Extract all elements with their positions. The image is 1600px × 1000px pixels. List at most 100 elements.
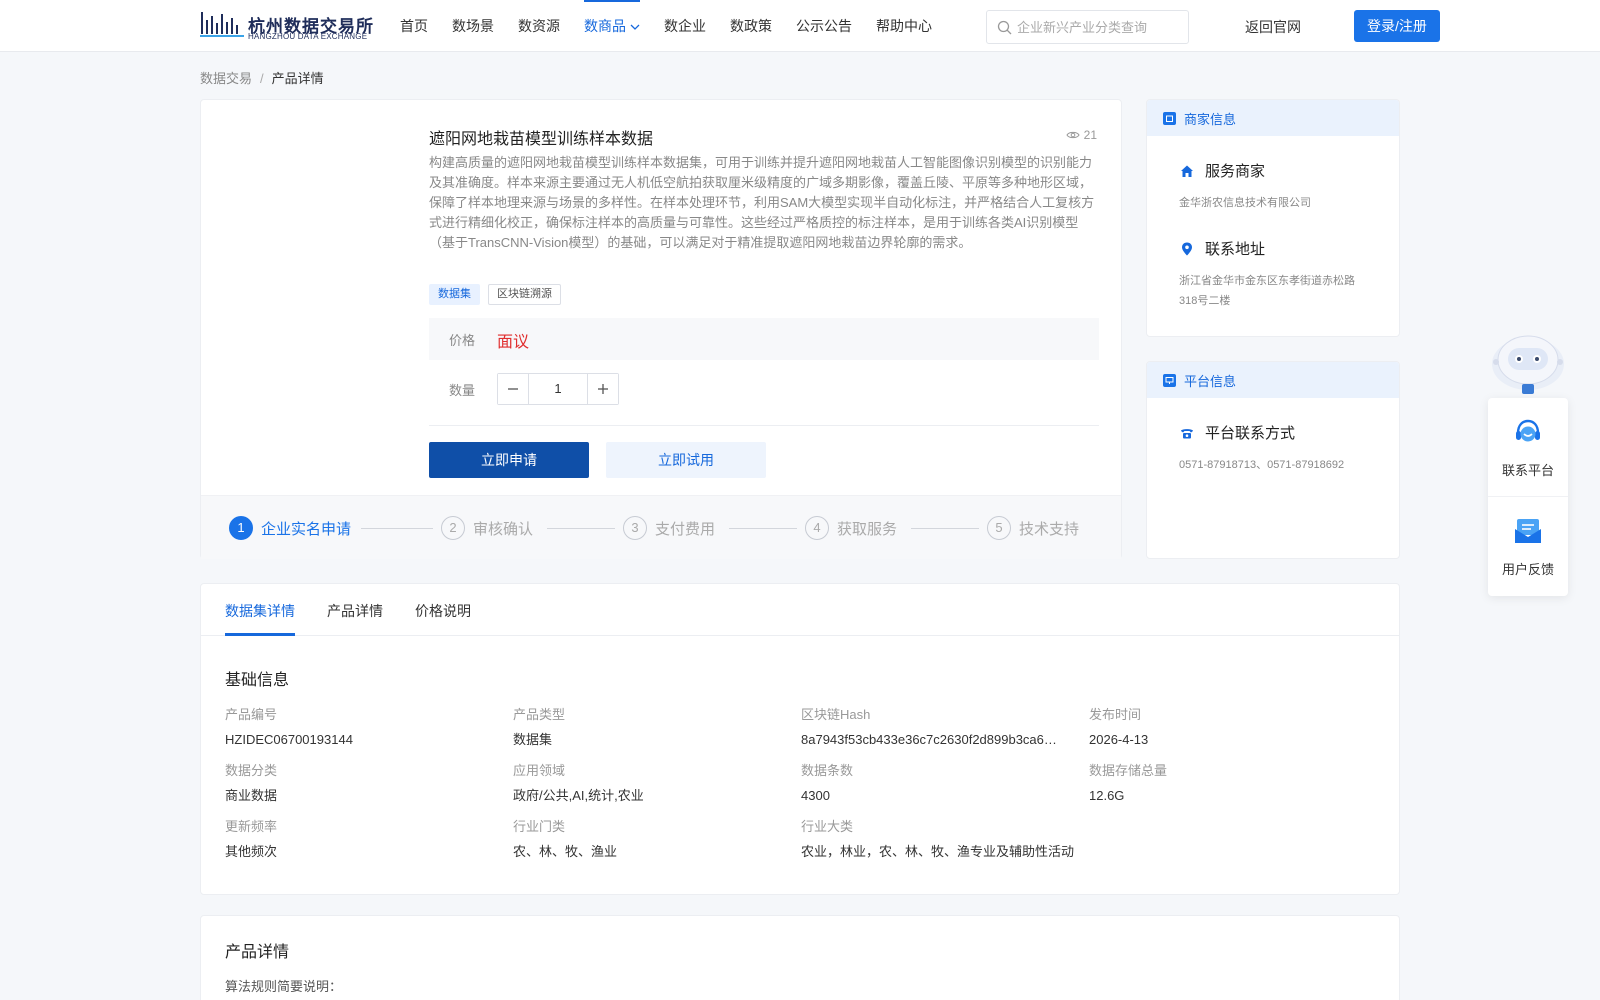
merchant-info-header: 商家信息	[1147, 100, 1399, 136]
step-number: 1	[229, 516, 253, 540]
robot-assistant-icon[interactable]	[1488, 326, 1568, 398]
nav-label: 数企业	[664, 18, 706, 34]
tab-price-notes[interactable]: 价格说明	[415, 601, 471, 621]
breadcrumb: 数据交易 / 产品详情	[200, 68, 324, 87]
floating-panel: 联系平台 用户反馈	[1488, 398, 1568, 596]
price-row: 价格 面议	[429, 318, 1099, 360]
field-label: 数据存储总量	[1089, 763, 1168, 778]
step-number: 2	[441, 516, 465, 540]
merchant-info-card: 商家信息 服务商家 金华浙农信息技术有限公司 联系地址 浙江省金华市金东区东孝街…	[1146, 99, 1400, 337]
nav-products[interactable]: 数商品	[572, 0, 652, 52]
product-detail-title: 产品详情	[225, 944, 290, 961]
field-update-frequency: 更新频率 其他频次	[225, 816, 505, 863]
store-icon	[1163, 111, 1176, 125]
nav-label: 数商品	[584, 18, 626, 34]
tag-dataset: 数据集	[429, 284, 480, 305]
site-logo[interactable]: 杭州数据交易所 HANGZHOU DATA EXCHANGE	[200, 10, 373, 42]
mailbox-icon	[1515, 519, 1541, 543]
tag-blockchain: 区块链溯源	[488, 284, 561, 305]
field-product-type: 产品类型 数据集	[513, 704, 793, 751]
field-value: 8a7943f53cb433e36c7c2630f2d899b3ca6…	[801, 732, 1057, 747]
nav-policies[interactable]: 数政策	[718, 0, 784, 52]
search-input[interactable]	[1017, 17, 1182, 37]
step-5: 5 技术支持	[987, 516, 1079, 540]
nav-help[interactable]: 帮助中心	[864, 0, 944, 52]
price-value: 面议	[497, 334, 530, 351]
contact-address-section: 联系地址 浙江省金华市金东区东孝街道赤松路318号二楼	[1179, 238, 1369, 311]
logo-bars-icon	[200, 12, 244, 37]
field-label: 数据条数	[801, 763, 854, 778]
product-detail-card: 产品详情 算法规则简要说明：	[200, 915, 1400, 1000]
step-connector	[911, 528, 979, 529]
increment-button[interactable]	[587, 374, 618, 404]
login-register-button[interactable]: 登录/注册	[1354, 10, 1440, 42]
step-number: 3	[623, 516, 647, 540]
phone-icon	[1181, 428, 1193, 438]
decrement-button[interactable]	[498, 374, 529, 404]
field-value: 农业，林业，农、林、牧、渔专业及辅助性活动	[801, 844, 1075, 859]
search-icon	[997, 20, 1012, 35]
main-nav: 首页 数场景 数资源 数商品 数企业 数政策 公示公告 帮助中心	[388, 0, 944, 52]
nav-label: 数政策	[730, 18, 772, 34]
step-label: 审核确认	[473, 520, 534, 538]
contact-address-label: 联系地址	[1205, 241, 1266, 258]
nav-resources[interactable]: 数资源	[506, 0, 572, 52]
user-feedback-button[interactable]: 用户反馈	[1488, 497, 1568, 595]
price-label: 价格	[449, 333, 476, 348]
platform-contact-title: 平台联系方式	[1179, 422, 1369, 443]
quantity-value[interactable]: 1	[529, 374, 587, 404]
breadcrumb-root[interactable]: 数据交易	[200, 71, 252, 86]
monitor-icon	[1163, 373, 1176, 387]
nav-home[interactable]: 首页	[388, 0, 440, 52]
field-application-domain: 应用领域 政府/公共,AI,统计,农业	[513, 760, 793, 807]
apply-now-button[interactable]: 立即申请	[429, 442, 589, 478]
nav-scenes[interactable]: 数场景	[440, 0, 506, 52]
step-connector	[361, 528, 433, 529]
trial-now-button[interactable]: 立即试用	[606, 442, 766, 478]
tab-product-details[interactable]: 产品详情	[327, 601, 383, 621]
logo-text-en: HANGZHOU DATA EXCHANGE	[248, 32, 368, 41]
platform-contact-section: 平台联系方式 0571-87918713、0571-87918692	[1179, 422, 1369, 475]
breadcrumb-separator: /	[260, 71, 264, 86]
basic-info-title: 基础信息	[225, 672, 290, 689]
field-data-category: 数据分类 商业数据	[225, 760, 505, 807]
field-label: 发布时间	[1089, 707, 1142, 722]
nav-enterprises[interactable]: 数企业	[652, 0, 718, 52]
service-merchant-title: 服务商家	[1179, 160, 1369, 181]
nav-label: 数资源	[518, 18, 560, 34]
step-connector	[547, 528, 615, 529]
step-label: 获取服务	[837, 520, 898, 538]
field-value: 数据集	[513, 732, 553, 747]
field-record-count: 数据条数 4300	[801, 760, 1081, 807]
tab-dataset-details[interactable]: 数据集详情	[225, 601, 295, 621]
plus-icon	[598, 384, 608, 394]
view-count: 21	[1066, 128, 1097, 142]
nav-announcements[interactable]: 公示公告	[784, 0, 864, 52]
field-value: 其他频次	[225, 844, 278, 859]
nav-label: 数场景	[452, 18, 494, 34]
product-description: 构建高质量的遮阳网地栽苗模型训练样本数据集，可用于训练并提升遮阳网地栽苗人工智能…	[429, 155, 1095, 250]
field-label: 行业大类	[801, 819, 854, 834]
dataset-info-card: 数据集详情 产品详情 价格说明 基础信息 产品编号 HZIDEC06700193…	[200, 583, 1400, 895]
merchant-info-title: 商家信息	[1184, 111, 1237, 127]
field-industry-section: 行业门类 农、林、牧、渔业	[513, 816, 793, 863]
field-value: 4300	[801, 788, 830, 803]
step-label: 技术支持	[1019, 520, 1080, 538]
service-merchant-section: 服务商家 金华浙农信息技术有限公司	[1179, 160, 1369, 213]
step-label: 企业实名申请	[261, 520, 352, 538]
platform-info-card: 平台信息 平台联系方式 0571-87918713、0571-87918692	[1146, 361, 1400, 559]
product-tags: 数据集 区块链溯源	[429, 284, 561, 305]
product-title: 遮阳网地栽苗模型训练样本数据	[429, 131, 654, 148]
field-product-id: 产品编号 HZIDEC06700193144	[225, 704, 505, 751]
eye-icon	[1066, 131, 1080, 139]
active-tab-indicator	[225, 633, 295, 636]
service-merchant-label: 服务商家	[1205, 163, 1266, 180]
field-value: 农、林、牧、渔业	[513, 844, 618, 859]
contact-platform-button[interactable]: 联系平台	[1488, 398, 1568, 496]
quantity-stepper: 1	[497, 373, 619, 405]
nav-label: 首页	[400, 18, 428, 34]
search-box[interactable]	[986, 10, 1189, 44]
back-to-official-link[interactable]: 返回官网	[1245, 17, 1301, 37]
step-number: 5	[987, 516, 1011, 540]
field-publish-time: 发布时间 2026-4-13	[1089, 704, 1369, 751]
